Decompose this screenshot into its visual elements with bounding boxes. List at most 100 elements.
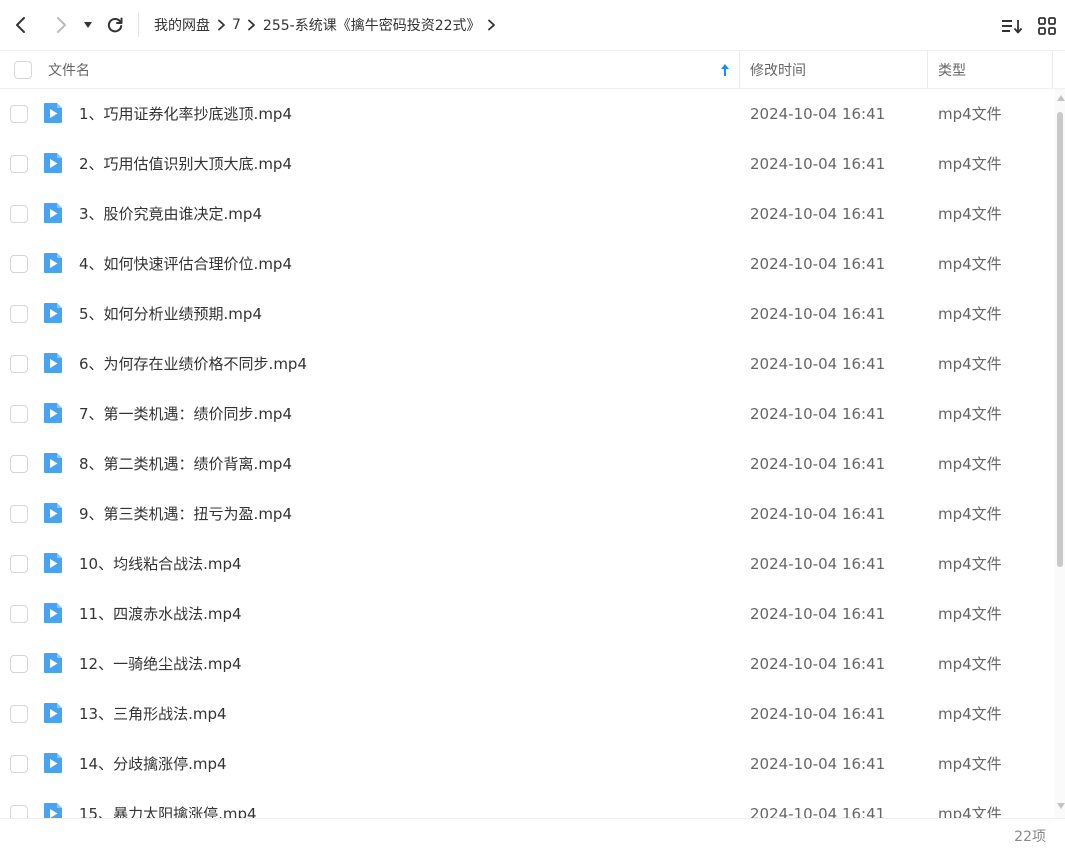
- file-modified-date: 2024-10-04 16:41: [750, 405, 886, 423]
- file-row[interactable]: 11、四渡赤水战法.mp4 2024-10-04 16:41 mp4文件: [0, 589, 1055, 639]
- file-row[interactable]: 14、分歧擒涨停.mp4 2024-10-04 16:41 mp4文件: [0, 739, 1055, 789]
- file-name[interactable]: 11、四渡赤水战法.mp4: [79, 589, 242, 639]
- file-name[interactable]: 15、暴力太阳擒涨停.mp4: [79, 789, 257, 818]
- file-row-checkbox[interactable]: [10, 305, 28, 323]
- breadcrumb-item-root[interactable]: 我的网盘: [154, 15, 210, 35]
- column-header: 文件名 修改时间 类型: [0, 50, 1065, 89]
- file-name[interactable]: 10、均线粘合战法.mp4: [79, 539, 242, 589]
- caret-down-icon: [84, 22, 92, 28]
- file-row-checkbox[interactable]: [10, 555, 28, 573]
- file-modified-date: 2024-10-04 16:41: [750, 505, 886, 523]
- file-row-checkbox[interactable]: [10, 705, 28, 723]
- file-type: mp4文件: [938, 605, 1002, 623]
- video-file-icon: [44, 603, 62, 623]
- breadcrumb-item-folder[interactable]: 7: [232, 17, 241, 33]
- file-row-checkbox[interactable]: [10, 155, 28, 173]
- file-row-checkbox[interactable]: [10, 605, 28, 623]
- file-row-checkbox[interactable]: [10, 255, 28, 273]
- file-row[interactable]: 3、股价究竟由谁决定.mp4 2024-10-04 16:41 mp4文件: [0, 189, 1055, 239]
- video-file-icon: [44, 353, 62, 373]
- file-list: 1、巧用证券化率抄底逃顶.mp4 2024-10-04 16:41 mp4文件 2、巧…: [0, 89, 1055, 818]
- file-name[interactable]: 8、第二类机遇：绩价背离.mp4: [79, 439, 292, 489]
- file-row[interactable]: 15、暴力太阳擒涨停.mp4 2024-10-04 16:41 mp4文件: [0, 789, 1055, 818]
- sort-button[interactable]: [1000, 14, 1024, 38]
- file-row[interactable]: 12、一骑绝尘战法.mp4 2024-10-04 16:41 mp4文件: [0, 639, 1055, 689]
- history-dropdown-button[interactable]: [75, 10, 101, 40]
- file-type: mp4文件: [938, 205, 1002, 223]
- file-name[interactable]: 3、股价究竟由谁决定.mp4: [79, 189, 262, 239]
- video-file-icon: [44, 253, 62, 273]
- column-header-modified[interactable]: 修改时间: [750, 51, 806, 89]
- file-row[interactable]: 9、第三类机遇：扭亏为盈.mp4 2024-10-04 16:41 mp4文件: [0, 489, 1055, 539]
- file-row-checkbox[interactable]: [10, 355, 28, 373]
- file-name[interactable]: 1、巧用证券化率抄底逃顶.mp4: [79, 89, 292, 139]
- file-name[interactable]: 9、第三类机遇：扭亏为盈.mp4: [79, 489, 292, 539]
- scrollbar-thumb[interactable]: [1057, 112, 1063, 567]
- video-file-icon: [44, 203, 62, 223]
- select-all-checkbox[interactable]: [14, 61, 32, 79]
- video-file-icon: [44, 503, 62, 523]
- video-file-icon: [44, 753, 62, 773]
- forward-button[interactable]: [46, 10, 76, 40]
- file-row[interactable]: 1、巧用证券化率抄底逃顶.mp4 2024-10-04 16:41 mp4文件: [0, 89, 1055, 139]
- video-file-icon: [44, 703, 62, 723]
- file-name[interactable]: 13、三角形战法.mp4: [79, 689, 227, 739]
- file-name[interactable]: 2、巧用估值识别大顶大底.mp4: [79, 139, 292, 189]
- file-name[interactable]: 6、为何存在业绩价格不同步.mp4: [79, 339, 307, 389]
- file-modified-date: 2024-10-04 16:41: [750, 205, 886, 223]
- file-row-checkbox[interactable]: [10, 805, 28, 818]
- file-name[interactable]: 12、一骑绝尘战法.mp4: [79, 639, 242, 689]
- file-name[interactable]: 5、如何分析业绩预期.mp4: [79, 289, 262, 339]
- scroll-down-arrow-icon[interactable]: [1057, 803, 1065, 809]
- chevron-right-icon[interactable]: [481, 15, 503, 35]
- file-row-checkbox[interactable]: [10, 455, 28, 473]
- refresh-icon: [107, 17, 123, 33]
- file-row[interactable]: 8、第二类机遇：绩价背离.mp4 2024-10-04 16:41 mp4文件: [0, 439, 1055, 489]
- refresh-button[interactable]: [100, 10, 130, 40]
- scroll-up-arrow-icon[interactable]: [1057, 95, 1065, 101]
- file-modified-date: 2024-10-04 16:41: [750, 655, 886, 673]
- file-row-checkbox[interactable]: [10, 755, 28, 773]
- video-file-icon: [44, 403, 62, 423]
- column-header-name[interactable]: 文件名: [48, 51, 90, 89]
- file-type: mp4文件: [938, 105, 1002, 123]
- column-divider[interactable]: [739, 51, 740, 89]
- file-row-checkbox[interactable]: [10, 405, 28, 423]
- column-divider[interactable]: [927, 51, 928, 89]
- back-button[interactable]: [6, 10, 36, 40]
- sort-ascending-icon[interactable]: [720, 51, 730, 89]
- breadcrumb-item-current[interactable]: 255-系统课《擒牛密码投资22式》: [263, 15, 481, 35]
- view-toggle-button[interactable]: [1035, 14, 1059, 38]
- file-type: mp4文件: [938, 255, 1002, 273]
- file-row-checkbox[interactable]: [10, 105, 28, 123]
- column-divider[interactable]: [1052, 51, 1053, 89]
- file-row[interactable]: 13、三角形战法.mp4 2024-10-04 16:41 mp4文件: [0, 689, 1055, 739]
- file-type: mp4文件: [938, 705, 1002, 723]
- chevron-right-icon: [241, 15, 263, 35]
- file-name[interactable]: 7、第一类机遇：绩价同步.mp4: [79, 389, 292, 439]
- file-row-checkbox[interactable]: [10, 205, 28, 223]
- chevron-right-icon: [57, 17, 66, 33]
- file-row[interactable]: 7、第一类机遇：绩价同步.mp4 2024-10-04 16:41 mp4文件: [0, 389, 1055, 439]
- file-row[interactable]: 10、均线粘合战法.mp4 2024-10-04 16:41 mp4文件: [0, 539, 1055, 589]
- file-row[interactable]: 4、如何快速评估合理价位.mp4 2024-10-04 16:41 mp4文件: [0, 239, 1055, 289]
- file-row-checkbox[interactable]: [10, 505, 28, 523]
- file-modified-date: 2024-10-04 16:41: [750, 605, 886, 623]
- file-row[interactable]: 6、为何存在业绩价格不同步.mp4 2024-10-04 16:41 mp4文件: [0, 339, 1055, 389]
- file-name[interactable]: 14、分歧擒涨停.mp4: [79, 739, 227, 789]
- file-name[interactable]: 4、如何快速评估合理价位.mp4: [79, 239, 292, 289]
- file-type: mp4文件: [938, 655, 1002, 673]
- video-file-icon: [44, 303, 62, 323]
- file-type: mp4文件: [938, 405, 1002, 423]
- file-modified-date: 2024-10-04 16:41: [750, 455, 886, 473]
- file-type: mp4文件: [938, 305, 1002, 323]
- file-row[interactable]: 5、如何分析业绩预期.mp4 2024-10-04 16:41 mp4文件: [0, 289, 1055, 339]
- column-header-type[interactable]: 类型: [938, 51, 966, 89]
- file-row[interactable]: 2、巧用估值识别大顶大底.mp4 2024-10-04 16:41 mp4文件: [0, 139, 1055, 189]
- file-modified-date: 2024-10-04 16:41: [750, 305, 886, 323]
- file-row-checkbox[interactable]: [10, 655, 28, 673]
- video-file-icon: [44, 653, 62, 673]
- file-modified-date: 2024-10-04 16:41: [750, 705, 886, 723]
- chevron-left-icon: [16, 17, 25, 33]
- status-bar: 22项: [0, 818, 1065, 849]
